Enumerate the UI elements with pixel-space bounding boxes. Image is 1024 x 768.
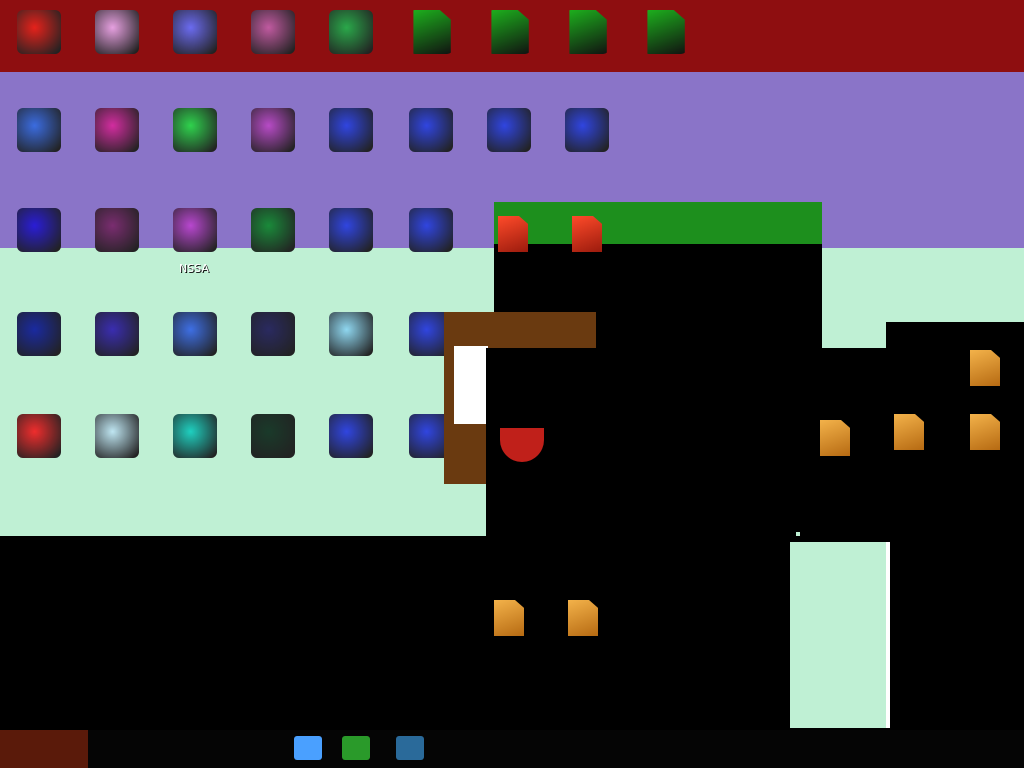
app-icon-26[interactable] xyxy=(0,410,76,502)
app-icon-image xyxy=(95,10,139,54)
app-icon-17[interactable] xyxy=(234,204,310,296)
app-icon-image xyxy=(565,108,609,152)
app-icon-image xyxy=(95,108,139,152)
bottom-dark-area xyxy=(0,536,790,730)
chrome-taskbar-icon[interactable] xyxy=(294,736,322,760)
app-icon-5[interactable] xyxy=(312,6,388,98)
app-icon-image xyxy=(409,108,453,152)
app-icon-image xyxy=(17,10,61,54)
app-icon-image xyxy=(173,208,217,252)
app-icon-10[interactable] xyxy=(312,104,388,196)
start-area[interactable] xyxy=(0,730,88,768)
app-icon-1[interactable] xyxy=(0,6,76,98)
app-icon-image xyxy=(251,10,295,54)
app-icon-image xyxy=(251,414,295,458)
app-icon-image xyxy=(95,312,139,356)
icon-label: NSSA xyxy=(179,262,209,275)
app-icon-image xyxy=(17,108,61,152)
overlay-window-right xyxy=(886,322,1024,730)
app-icon-27[interactable] xyxy=(78,410,154,502)
app-icon-image xyxy=(329,312,373,356)
app-icon-image xyxy=(487,108,531,152)
app-icon-21[interactable] xyxy=(78,308,154,400)
app-icon-image xyxy=(17,208,61,252)
app-icon-image xyxy=(95,208,139,252)
app-icon-14[interactable] xyxy=(0,204,76,296)
app-icon-20[interactable] xyxy=(0,308,76,400)
overlay-file-1[interactable] xyxy=(494,600,524,636)
file-icon-3[interactable] xyxy=(548,6,624,98)
overlay-file-2[interactable] xyxy=(568,600,598,636)
app-icon-12[interactable] xyxy=(470,104,546,196)
app-icon-image xyxy=(251,312,295,356)
app-icon-19[interactable] xyxy=(392,204,468,296)
app-icon-image xyxy=(329,208,373,252)
file-icon-image xyxy=(647,10,685,54)
app-icon-image xyxy=(329,108,373,152)
app-icon-29[interactable] xyxy=(234,410,310,502)
app-icon-image xyxy=(329,414,373,458)
mint-panel-edge xyxy=(886,542,890,728)
green-titlebar xyxy=(494,202,822,244)
app-icon-image xyxy=(173,312,217,356)
file-icon-1[interactable] xyxy=(392,6,468,98)
app-icon-image xyxy=(173,108,217,152)
app-icon-16[interactable]: NSSA xyxy=(156,204,232,296)
app-icon-8[interactable] xyxy=(156,104,232,196)
overlay-file-6[interactable] xyxy=(970,350,1000,386)
red-file-icon xyxy=(572,216,602,252)
app-icon-image xyxy=(251,208,295,252)
overlay-file-5[interactable] xyxy=(970,414,1000,450)
app-icon-23[interactable] xyxy=(234,308,310,400)
app-icon-image xyxy=(173,10,217,54)
app-icon-9[interactable] xyxy=(234,104,310,196)
app-icon-image xyxy=(329,10,373,54)
overlay-file-4[interactable] xyxy=(894,414,924,450)
app-icon-image xyxy=(95,414,139,458)
app-icon-7[interactable] xyxy=(78,104,154,196)
file-icon-image xyxy=(413,10,451,54)
white-panel xyxy=(454,346,488,424)
red-shape xyxy=(500,428,544,462)
app-icon-4[interactable] xyxy=(234,6,310,98)
app-icon-image xyxy=(17,414,61,458)
app-icon-28[interactable] xyxy=(156,410,232,502)
app-icon-30[interactable] xyxy=(312,410,388,502)
app-icon-11[interactable] xyxy=(392,104,468,196)
app-icon-image xyxy=(17,312,61,356)
file-icon-4[interactable] xyxy=(626,6,702,98)
app-icon-6[interactable] xyxy=(0,104,76,196)
file-icon-image xyxy=(491,10,529,54)
app-icon-image xyxy=(409,208,453,252)
app-icon-18[interactable] xyxy=(312,204,388,296)
red-file-icon xyxy=(498,216,528,252)
app-icon-22[interactable] xyxy=(156,308,232,400)
app-icon-image xyxy=(173,414,217,458)
app-icon-15[interactable] xyxy=(78,204,154,296)
overlay-file-3[interactable] xyxy=(820,420,850,456)
folder-taskbar-icon[interactable] xyxy=(342,736,370,760)
file-icon-2[interactable] xyxy=(470,6,546,98)
app-icon-2[interactable] xyxy=(78,6,154,98)
app-icon-image xyxy=(251,108,295,152)
app-icon-3[interactable] xyxy=(156,6,232,98)
app-icon-13[interactable] xyxy=(548,104,624,196)
mint-panel xyxy=(790,542,890,728)
app-icon-24[interactable] xyxy=(312,308,388,400)
app-taskbar-icon[interactable] xyxy=(396,736,424,760)
file-icon-image xyxy=(569,10,607,54)
taskbar xyxy=(0,730,1024,768)
